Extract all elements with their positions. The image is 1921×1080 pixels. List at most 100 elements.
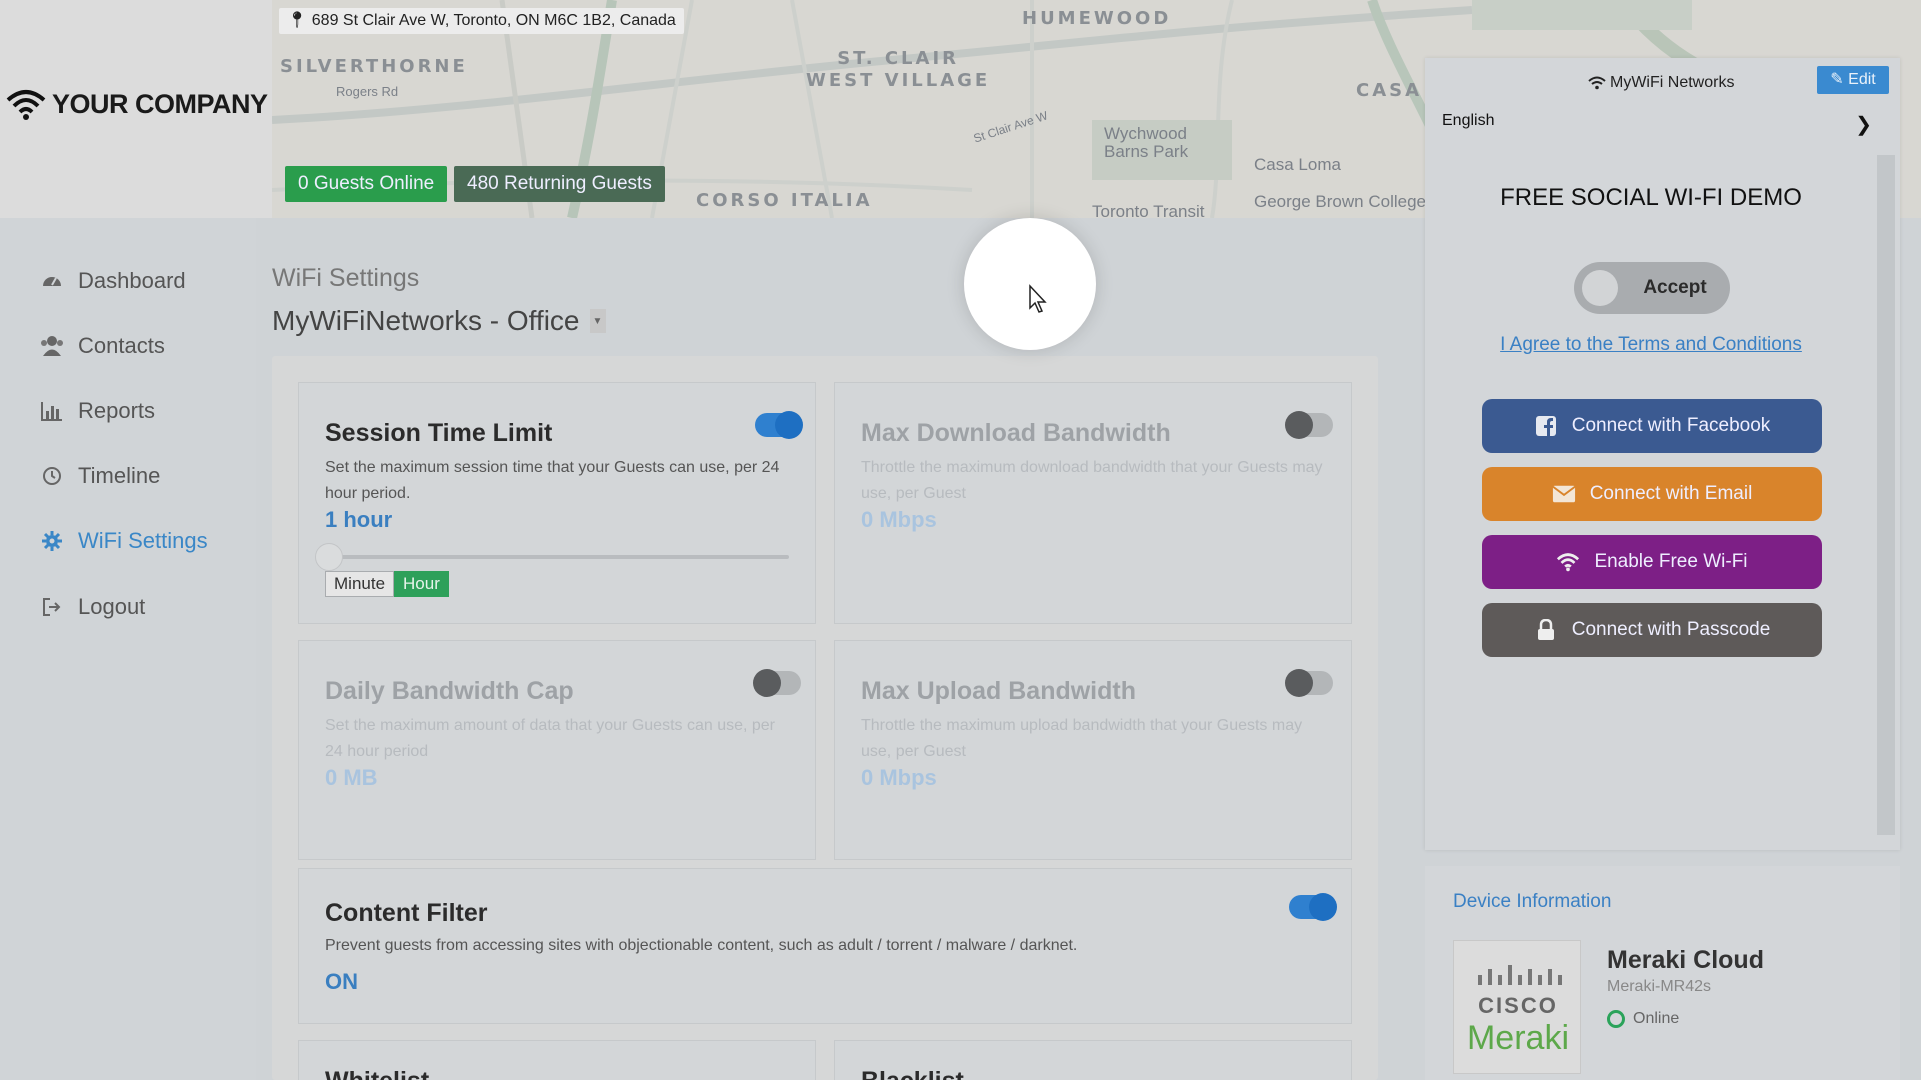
connect-facebook-button[interactable]: Connect with Facebook bbox=[1482, 399, 1822, 453]
map-label-casa: CASA bbox=[1356, 80, 1423, 101]
max-download-description: Throttle the maximum download bandwidth … bbox=[861, 459, 1323, 502]
whitelist-title: Whitelist bbox=[325, 1067, 429, 1080]
meraki-logo-text: Meraki bbox=[1466, 1019, 1570, 1057]
daily-bandwidth-card: Daily Bandwidth Cap Set the maximum amou… bbox=[298, 640, 816, 860]
connect-email-button[interactable]: Connect with Email bbox=[1482, 467, 1822, 521]
wifi-logo-icon bbox=[6, 90, 46, 120]
preview-scrollbar[interactable] bbox=[1877, 155, 1895, 835]
connect-passcode-button[interactable]: Connect with Passcode bbox=[1482, 603, 1822, 657]
sidebar-item-label: Reports bbox=[78, 398, 156, 423]
sidebar-item-wifi-settings[interactable]: WiFi Settings bbox=[40, 528, 208, 554]
terms-link[interactable]: I Agree to the Terms and Conditions bbox=[1425, 334, 1877, 356]
chevron-down-icon: ❯ bbox=[1855, 114, 1872, 136]
sidebar-item-label: Timeline bbox=[78, 463, 161, 488]
gear-icon bbox=[40, 529, 64, 553]
network-name: MyWiFiNetworks - Office bbox=[272, 305, 580, 336]
page-title: WiFi Settings bbox=[272, 264, 420, 292]
map-label-casa-loma: Casa Loma bbox=[1254, 155, 1341, 174]
map-label-wychwood-line2: Barns Park bbox=[1104, 142, 1189, 161]
session-time-slider-track[interactable] bbox=[329, 555, 789, 559]
edit-button-label: Edit bbox=[1848, 71, 1876, 88]
session-time-value: 1 hour bbox=[325, 507, 393, 532]
pencil-icon: ✎ bbox=[1830, 71, 1844, 88]
edit-button[interactable]: ✎ Edit bbox=[1817, 66, 1889, 94]
content-filter-value: ON bbox=[325, 969, 358, 994]
accept-toggle[interactable]: Accept bbox=[1574, 262, 1730, 314]
sidebar-item-timeline[interactable]: Timeline bbox=[40, 463, 160, 489]
max-download-toggle[interactable] bbox=[1285, 411, 1333, 439]
max-upload-title: Max Upload Bandwidth bbox=[861, 677, 1136, 705]
session-time-slider-handle[interactable] bbox=[315, 543, 343, 571]
users-icon bbox=[40, 334, 64, 358]
map-label-st-clair-line2: WEST VILLAGE bbox=[806, 70, 991, 91]
enable-free-wifi-button[interactable]: Enable Free Wi-Fi bbox=[1482, 535, 1822, 589]
clock-icon bbox=[40, 464, 64, 488]
splash-page-preview bbox=[1425, 58, 1900, 850]
returning-guests-badge[interactable]: 480 Returning Guests bbox=[454, 166, 665, 202]
sidebar-item-dashboard[interactable]: Dashboard bbox=[40, 268, 186, 294]
content-filter-card: Content Filter Prevent guests from acces… bbox=[298, 868, 1352, 1024]
max-download-card: Max Download Bandwidth Throttle the maxi… bbox=[834, 382, 1352, 624]
lock-icon bbox=[1534, 618, 1558, 642]
daily-bandwidth-description: Set the maximum amount of data that your… bbox=[325, 717, 776, 760]
max-upload-description: Throttle the maximum upload bandwidth th… bbox=[861, 717, 1303, 760]
daily-bandwidth-toggle[interactable] bbox=[753, 669, 801, 697]
bar-chart-icon bbox=[40, 399, 64, 423]
whitelist-card: Whitelist bbox=[298, 1040, 816, 1080]
sidebar-item-label: Logout bbox=[78, 594, 146, 619]
content-filter-toggle[interactable] bbox=[1289, 893, 1337, 921]
guests-online-badge[interactable]: 0 Guests Online bbox=[285, 166, 448, 202]
map-label-corso: CORSO ITALIA bbox=[696, 190, 873, 211]
device-model: Meraki-MR42s bbox=[1607, 978, 1712, 995]
toggle-knob bbox=[1285, 669, 1313, 697]
sidebar-item-logout[interactable]: Logout bbox=[40, 594, 145, 620]
sidebar: Dashboard Contacts Reports Timeline WiFi… bbox=[0, 218, 256, 1080]
unit-hour-button[interactable]: Hour bbox=[394, 571, 449, 597]
language-value: English bbox=[1442, 112, 1495, 129]
session-time-description: Set the maximum session time that your G… bbox=[325, 459, 780, 502]
status-online-icon bbox=[1607, 1010, 1625, 1028]
wifi-icon bbox=[1556, 550, 1580, 574]
toggle-knob bbox=[775, 411, 803, 439]
logout-icon bbox=[40, 595, 64, 619]
toggle-knob bbox=[753, 669, 781, 697]
accept-label: Accept bbox=[1643, 277, 1707, 298]
map-label-st-clair: ST. CLAIR WEST VILLAGE bbox=[806, 48, 990, 92]
chevron-down-icon[interactable]: ▼ bbox=[589, 309, 606, 333]
cisco-logo-text: CISCO bbox=[1478, 993, 1558, 1018]
device-info-title: Device Information bbox=[1453, 891, 1612, 912]
unit-minute-button[interactable]: Minute bbox=[325, 571, 395, 597]
blacklist-card: Blacklist bbox=[834, 1040, 1352, 1080]
connect-facebook-label: Connect with Facebook bbox=[1571, 415, 1771, 436]
network-selector[interactable]: MyWiFiNetworks - Office ▼ bbox=[272, 305, 606, 337]
address-label: 📍︎ 689 St Clair Ave W, Toronto, ON M6C 1… bbox=[279, 8, 684, 34]
map-label-wychwood-line1: Wychwood bbox=[1104, 124, 1187, 143]
blacklist-title: Blacklist bbox=[861, 1067, 964, 1080]
map-label-humewood: HUMEWOOD bbox=[1022, 8, 1172, 29]
map-label-silverthorne: SILVERTHORNE bbox=[280, 56, 468, 77]
toggle-knob bbox=[1582, 270, 1618, 306]
settings-panel: Session Time Limit Set the maximum sessi… bbox=[272, 356, 1378, 1080]
language-select[interactable]: English ❯ bbox=[1442, 112, 1872, 136]
cisco-meraki-logo: CISCO Meraki bbox=[1453, 940, 1581, 1074]
page-header: WiFi Settings bbox=[272, 264, 419, 293]
map-label-st-clair-line1: ST. CLAIR bbox=[837, 48, 959, 69]
company-logo[interactable]: YOUR COMPANY bbox=[4, 86, 268, 122]
map-label-wychwood: Wychwood Barns Park bbox=[1104, 125, 1188, 161]
envelope-icon bbox=[1552, 482, 1576, 506]
map-label-toronto-transit: Toronto Transit bbox=[1092, 202, 1205, 218]
facebook-icon bbox=[1534, 414, 1558, 438]
session-time-toggle[interactable] bbox=[755, 411, 803, 439]
sidebar-item-reports[interactable]: Reports bbox=[40, 398, 155, 424]
map-label-george-brown: George Brown College bbox=[1254, 192, 1426, 211]
sidebar-item-label: Dashboard bbox=[78, 268, 186, 293]
device-status: Online bbox=[1607, 1010, 1679, 1028]
max-upload-value: 0 Mbps bbox=[861, 765, 937, 790]
daily-bandwidth-value: 0 MB bbox=[325, 765, 378, 790]
preview-brand: MyWiFi Networks bbox=[1588, 74, 1734, 92]
sidebar-item-contacts[interactable]: Contacts bbox=[40, 333, 165, 359]
preview-title: FREE SOCIAL WI-FI DEMO bbox=[1500, 184, 1802, 211]
max-upload-toggle[interactable] bbox=[1285, 669, 1333, 697]
toggle-knob bbox=[1309, 893, 1337, 921]
daily-bandwidth-title: Daily Bandwidth Cap bbox=[325, 677, 574, 705]
